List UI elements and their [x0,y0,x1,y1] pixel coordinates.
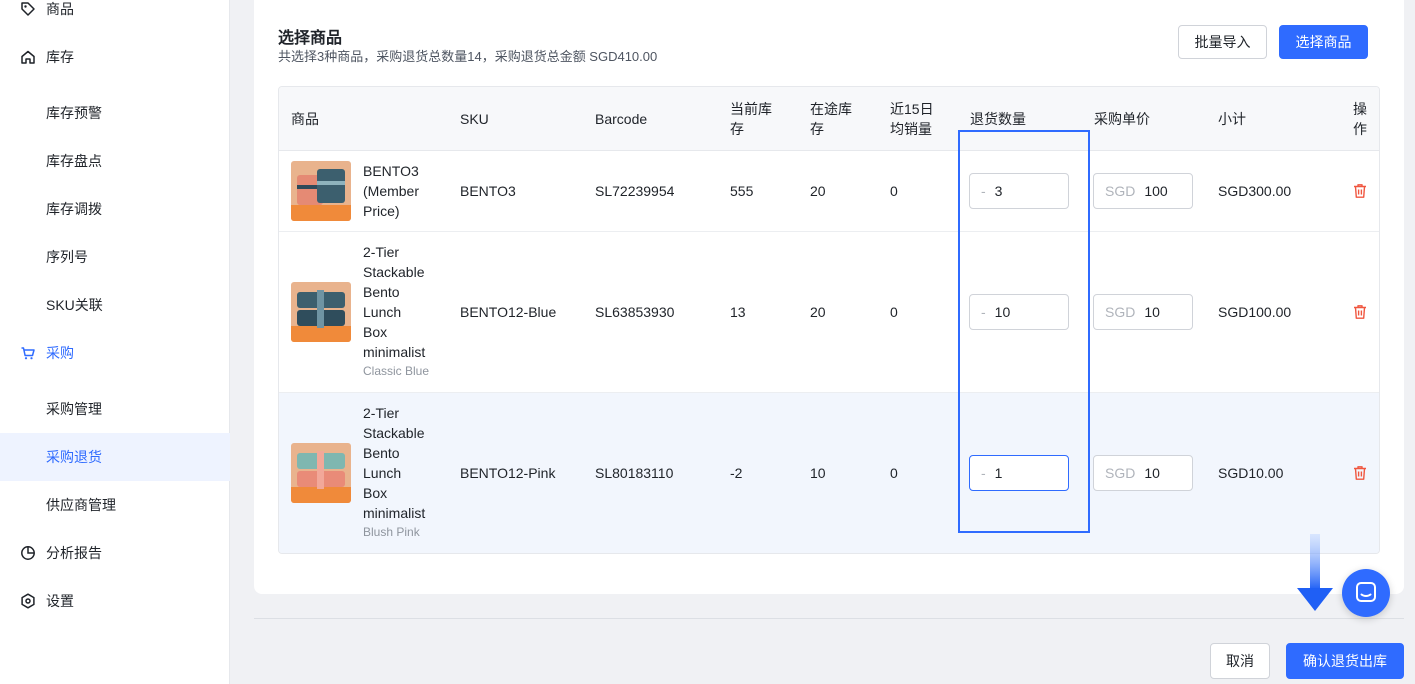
sidebar-item-label: SKU关联 [46,297,103,313]
sidebar-item-label: 设置 [46,593,74,609]
selection-summary: 共选择3种商品，采购退货总数量14，采购退货总金额 SGD410.00 [278,49,658,64]
sidebar-item-label: 采购管理 [46,401,102,417]
sidebar: 商品 库存 库存预警 库存盘点 库存调拨 序列号 SKU关联 采购 采购管理 采… [0,0,230,684]
stock-cell: -2 [730,465,743,481]
settings-icon [20,593,36,609]
table-row: 2-Tier Stackable Bento Lunch Box minimalist C… [279,232,1379,393]
sidebar-item-label: 供应商管理 [46,497,116,513]
header-subtotal: 小计 [1218,111,1246,127]
product-thumbnail [291,282,351,342]
unit-price-input[interactable]: SGD 10 [1093,455,1193,491]
sidebar-item-label: 库存 [46,49,74,65]
avg-sales-cell: 0 [890,304,898,320]
product-name: 2-Tier Stackable Bento Lunch Box minimalist C… [363,242,443,380]
trash-icon[interactable] [1353,465,1367,481]
chat-support-button[interactable] [1342,569,1390,617]
barcode-cell: SL72239954 [595,183,675,199]
sidebar-item-serial[interactable]: 序列号 [0,233,230,281]
sidebar-item-purchase-manage[interactable]: 采购管理 [0,385,230,433]
sidebar-item-reports[interactable]: 分析报告 [0,529,230,577]
header-return-qty: 退货数量 [970,111,1026,127]
sidebar-item-label: 库存调拨 [46,201,102,217]
pie-chart-icon [20,545,36,561]
bulk-import-button[interactable]: 批量导入 [1178,25,1267,59]
card-title: 选择商品 [278,30,343,47]
barcode-cell: SL80183110 [595,465,674,481]
product-name: 2-Tier Stackable Bento Lunch Box minimalist B… [363,403,443,541]
header-sku: SKU [460,111,489,127]
sidebar-item-label: 采购退货 [46,449,102,465]
footer-divider [254,618,1404,619]
sku-cell: BENTO3 [460,183,516,199]
sidebar-item-stocktake[interactable]: 库存盘点 [0,137,230,185]
products-table: 商品 SKU Barcode 当前库存 在途库存 近15日 均销量 退货数量 采购… [278,86,1380,554]
sidebar-item-label: 分析报告 [46,545,102,561]
trash-icon[interactable] [1353,304,1367,320]
barcode-cell: SL63853930 [595,304,675,320]
cart-icon [20,345,36,361]
subtotal-cell: SGD100.00 [1218,304,1292,320]
chat-icon [1354,580,1378,607]
sidebar-item-purchase[interactable]: 采购 [0,329,230,377]
subtotal-cell: SGD10.00 [1218,465,1284,481]
sidebar-item-inventory[interactable]: 库存 [0,33,230,81]
product-thumbnail [291,443,351,503]
subtotal-cell: SGD300.00 [1218,183,1292,199]
sku-cell: BENTO12-Pink [460,465,556,481]
header-product: 商品 [291,111,319,127]
header-stock: 当前库存 [730,101,772,137]
header-in-transit: 在途库存 [810,101,852,137]
stock-cell: 555 [730,183,754,199]
select-products-card: 选择商品 共选择3种商品，采购退货总数量14，采购退货总金额 SGD410.00… [254,0,1404,594]
sidebar-item-label: 商品 [46,1,74,17]
sku-cell: BENTO12-Blue [460,304,557,320]
home-icon [20,49,36,65]
header-barcode: Barcode [595,111,648,127]
in-transit-cell: 20 [810,183,826,199]
unit-price-input[interactable]: SGD 100 [1093,173,1193,209]
sidebar-item-label: 库存预警 [46,105,102,121]
sidebar-item-transfer[interactable]: 库存调拨 [0,185,230,233]
sidebar-item-supplier[interactable]: 供应商管理 [0,481,230,529]
avg-sales-cell: 0 [890,465,898,481]
product-thumbnail [291,161,351,221]
unit-price-input[interactable]: SGD 10 [1093,294,1193,330]
header-action: 操作 [1353,101,1367,137]
cancel-button[interactable]: 取消 [1210,643,1270,679]
sidebar-item-products[interactable]: 商品 [0,0,230,33]
confirm-return-button[interactable]: 确认退货出库 [1286,643,1404,679]
product-variant: Blush Pink [363,525,420,539]
product-name: BENTO3 (Member Price) [363,163,420,219]
sidebar-item-settings[interactable]: 设置 [0,577,230,625]
sidebar-item-label: 库存盘点 [46,153,102,169]
product-variant: Classic Blue [363,364,430,378]
sidebar-item-sku-link[interactable]: SKU关联 [0,281,230,329]
header-unit-price: 采购单价 [1094,111,1150,127]
table-row: 2-Tier Stackable Bento Lunch Box minimalist B… [279,393,1379,553]
sidebar-item-label: 采购 [46,345,74,361]
arrow-down-icon [1296,534,1334,612]
sidebar-item-label: 序列号 [46,249,88,265]
select-products-button[interactable]: 选择商品 [1279,25,1368,59]
stock-cell: 13 [730,304,746,320]
avg-sales-cell: 0 [890,183,898,199]
header-avg-sales: 近15日 均销量 [890,101,934,137]
table-row: BENTO3 (Member Price) BENTO3 SL72239954 55… [279,151,1379,232]
trash-icon[interactable] [1353,183,1367,199]
sidebar-item-purchase-return[interactable]: 采购退货 [0,433,230,481]
in-transit-cell: 20 [810,304,826,320]
tag-icon [20,1,36,17]
in-transit-cell: 10 [810,465,826,481]
table-header: 商品 SKU Barcode 当前库存 在途库存 近15日 均销量 退货数量 采购… [279,87,1379,151]
sidebar-item-stock-alert[interactable]: 库存预警 [0,89,230,137]
return-qty-highlight-frame [958,130,1090,533]
